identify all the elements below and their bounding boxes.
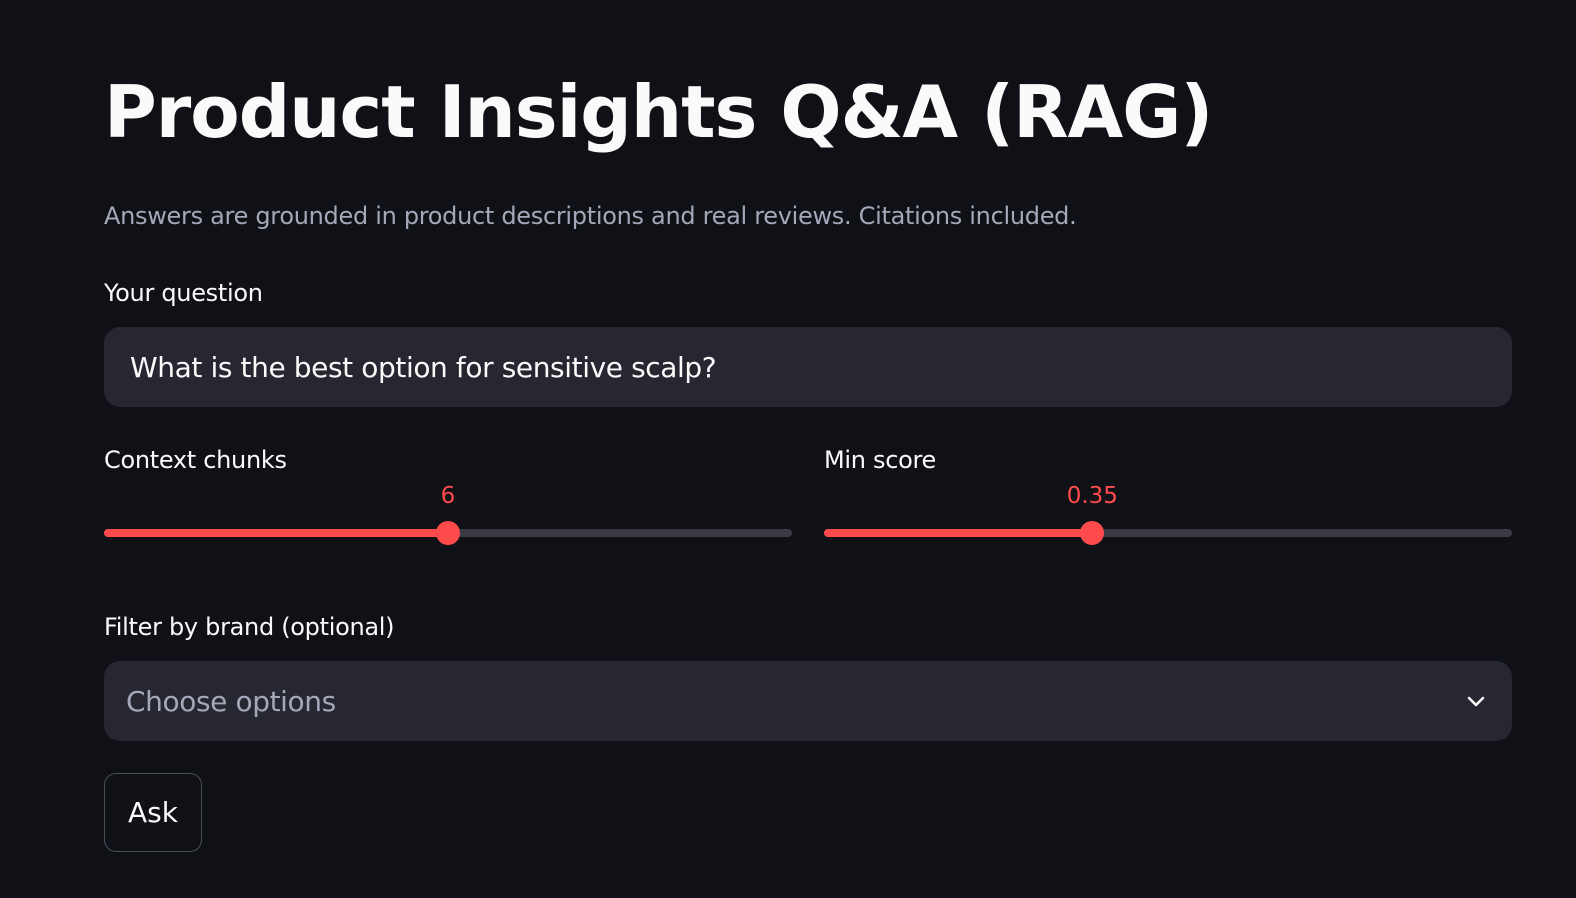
brand-filter-label: Filter by brand (optional) — [104, 613, 395, 641]
min-score-slider[interactable]: 0.35 — [824, 480, 1512, 560]
min-score-slider-fill — [824, 529, 1093, 537]
question-input-value[interactable]: What is the best option for sensitive sc… — [130, 351, 717, 384]
page-title: Product Insights Q&A (RAG) — [104, 70, 1213, 154]
min-score-slider-value: 0.35 — [1066, 483, 1118, 509]
min-score-label: Min score — [824, 446, 937, 474]
page-caption: Answers are grounded in product descript… — [104, 202, 1077, 230]
chevron-down-icon[interactable] — [1462, 687, 1490, 715]
context-chunks-slider-fill — [104, 529, 448, 537]
question-label: Your question — [104, 279, 263, 307]
brand-filter-placeholder: Choose options — [126, 684, 336, 718]
min-score-slider-track[interactable] — [824, 529, 1512, 537]
min-score-slider-thumb[interactable] — [1080, 521, 1105, 545]
context-chunks-slider-thumb[interactable] — [436, 521, 460, 545]
context-chunks-slider-value: 6 — [440, 483, 456, 509]
context-chunks-slider[interactable]: 6 — [104, 480, 792, 560]
brand-filter-select[interactable]: Choose options — [104, 661, 1512, 741]
ask-button[interactable]: Ask — [104, 773, 202, 852]
context-chunks-label: Context chunks — [104, 446, 287, 474]
question-input[interactable]: What is the best option for sensitive sc… — [104, 327, 1512, 407]
